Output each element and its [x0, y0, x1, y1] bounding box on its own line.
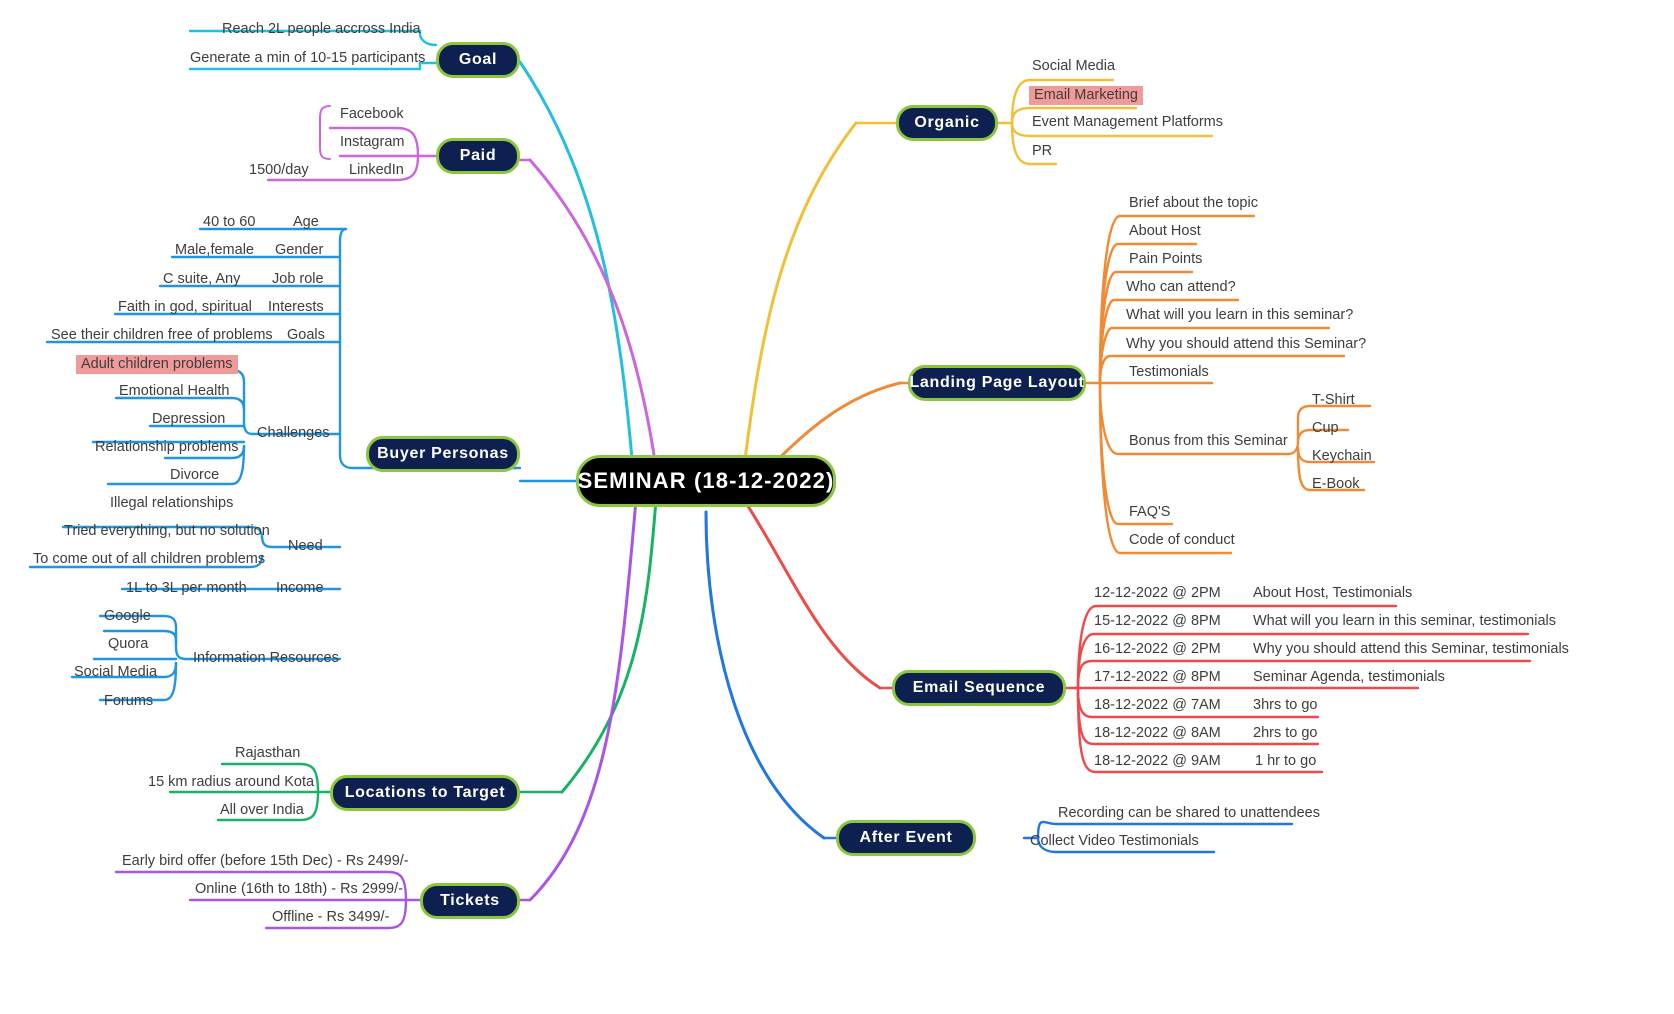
branch-node-locations-to-target[interactable]: Locations to Target	[330, 775, 520, 811]
leaf-email-topic-0[interactable]: About Host, Testimonials	[1253, 585, 1412, 602]
leaf-bp-category-information-resources[interactable]: Information Resources	[193, 650, 339, 667]
leaf-ticket-1[interactable]: Online (16th to 18th) - Rs 2999/-	[195, 881, 403, 898]
leaf-bp-challenge-illegal-relationships[interactable]: Illegal relationships	[110, 495, 233, 512]
leaf-bp-need-1[interactable]: To come out of all children problems	[33, 551, 265, 568]
branch-node-paid[interactable]: Paid	[436, 138, 520, 174]
leaf-bp-challenge-divorce[interactable]: Divorce	[170, 467, 219, 484]
leaf-organic-0[interactable]: Social Media	[1032, 58, 1115, 75]
leaf-landing-0[interactable]: Brief about the topic	[1129, 195, 1258, 212]
leaf-bp-info-social-media[interactable]: Social Media	[74, 664, 157, 681]
leaf-bp-need-0[interactable]: Tried everything, but no solution	[64, 523, 270, 540]
leaf-email-topic-3[interactable]: Seminar Agenda, testimonials	[1253, 669, 1445, 686]
leaf-organic-2[interactable]: Event Management Platforms	[1032, 114, 1223, 131]
leaf-paid-2[interactable]: LinkedIn	[349, 162, 404, 179]
leaf-bonus-2[interactable]: Keychain	[1312, 448, 1372, 465]
leaf-bp-challenge-adult-children-problems[interactable]: Adult children problems	[76, 355, 238, 374]
leaf-bp-category-gender[interactable]: Gender	[275, 242, 323, 259]
branch-node-landing-page-layout[interactable]: Landing Page Layout	[908, 365, 1086, 401]
leaf-email-topic-1[interactable]: What will you learn in this seminar, tes…	[1253, 613, 1556, 630]
branch-node-organic[interactable]: Organic	[896, 105, 998, 141]
leaf-email-topic-2[interactable]: Why you should attend this Seminar, test…	[1253, 641, 1569, 658]
leaf-landing-5[interactable]: Why you should attend this Seminar?	[1126, 336, 1366, 353]
leaf-ticket-0[interactable]: Early bird offer (before 15th Dec) - Rs …	[122, 853, 409, 870]
branch-node-tickets[interactable]: Tickets	[420, 883, 520, 919]
center-node[interactable]: SEMINAR (18-12-2022)	[576, 455, 836, 507]
leaf-after-event-1[interactable]: Collect Video Testimonials	[1030, 833, 1199, 850]
leaf-bp-category-interests[interactable]: Interests	[268, 299, 324, 316]
leaf-landing-4[interactable]: What will you learn in this seminar?	[1126, 307, 1353, 324]
leaf-bp-category-challenges[interactable]: Challenges	[257, 425, 330, 442]
leaf-ticket-2[interactable]: Offline - Rs 3499/-	[272, 909, 389, 926]
leaf-bonus-1[interactable]: Cup	[1312, 420, 1339, 437]
leaf-email-time-6[interactable]: 18-12-2022 @ 9AM	[1094, 753, 1221, 770]
leaf-landing-7[interactable]: Bonus from this Seminar	[1129, 433, 1288, 450]
leaf-bp-info-google[interactable]: Google	[104, 608, 151, 625]
branch-node-email-sequence[interactable]: Email Sequence	[892, 670, 1066, 706]
leaf-landing-8[interactable]: FAQ'S	[1129, 504, 1170, 521]
leaf-bp-income-value[interactable]: 1L to 3L per month	[126, 580, 247, 597]
mindmap-canvas: SEMINAR (18-12-2022) Goal Paid Buyer Per…	[0, 0, 1674, 1014]
leaf-goal-0[interactable]: Reach 2L people accross India	[222, 21, 421, 38]
leaf-bp-category-age[interactable]: Age	[293, 214, 319, 231]
leaf-bonus-3[interactable]: E-Book	[1312, 476, 1360, 493]
leaf-bp-interests-value[interactable]: Faith in god, spiritual	[118, 299, 252, 316]
leaf-location-1[interactable]: 15 km radius around Kota	[148, 774, 314, 791]
leaf-paid-1[interactable]: Instagram	[340, 134, 404, 151]
leaf-email-time-0[interactable]: 12-12-2022 @ 2PM	[1094, 585, 1221, 602]
leaf-bp-category-income[interactable]: Income	[276, 580, 324, 597]
leaf-location-2[interactable]: All over India	[220, 802, 304, 819]
leaf-bp-info-quora[interactable]: Quora	[108, 636, 148, 653]
leaf-landing-6[interactable]: Testimonials	[1129, 364, 1209, 381]
leaf-organic-3[interactable]: PR	[1032, 143, 1052, 160]
leaf-goal-1[interactable]: Generate a min of 10-15 participants	[190, 50, 425, 67]
leaf-bp-category-job-role[interactable]: Job role	[272, 271, 324, 288]
branch-node-goal[interactable]: Goal	[436, 42, 520, 78]
leaf-bp-challenge-depression[interactable]: Depression	[152, 411, 225, 428]
leaf-email-topic-4[interactable]: 3hrs to go	[1253, 697, 1318, 714]
leaf-bp-job-role-value[interactable]: C suite, Any	[163, 271, 240, 288]
leaf-email-time-5[interactable]: 18-12-2022 @ 8AM	[1094, 725, 1221, 742]
leaf-email-time-3[interactable]: 17-12-2022 @ 8PM	[1094, 669, 1221, 686]
leaf-location-0[interactable]: Rajasthan	[235, 745, 300, 762]
leaf-bp-age-value[interactable]: 40 to 60	[203, 214, 255, 231]
leaf-organic-email-marketing[interactable]: Email Marketing	[1029, 86, 1143, 105]
branch-node-buyer-personas[interactable]: Buyer Personas	[366, 436, 520, 472]
leaf-bp-category-need[interactable]: Need	[288, 538, 323, 555]
leaf-paid-linkedin-budget[interactable]: 1500/day	[249, 162, 309, 179]
leaf-paid-0[interactable]: Facebook	[340, 106, 404, 123]
leaf-bp-category-goals[interactable]: Goals	[287, 327, 325, 344]
leaf-landing-9[interactable]: Code of conduct	[1129, 532, 1235, 549]
leaf-bp-challenge-emotional-health[interactable]: Emotional Health	[119, 383, 229, 400]
leaf-bonus-0[interactable]: T-Shirt	[1312, 392, 1355, 409]
leaf-email-topic-5[interactable]: 2hrs to go	[1253, 725, 1318, 742]
leaf-bp-gender-value[interactable]: Male,female	[175, 242, 254, 259]
leaf-landing-1[interactable]: About Host	[1129, 223, 1201, 240]
leaf-bp-goals-value[interactable]: See their children free of problems	[51, 327, 273, 344]
leaf-email-time-1[interactable]: 15-12-2022 @ 8PM	[1094, 613, 1221, 630]
leaf-email-time-4[interactable]: 18-12-2022 @ 7AM	[1094, 697, 1221, 714]
leaf-after-event-0[interactable]: Recording can be shared to unattendees	[1058, 805, 1320, 822]
branch-node-after-event[interactable]: After Event	[836, 820, 976, 856]
leaf-landing-2[interactable]: Pain Points	[1129, 251, 1202, 268]
leaf-email-time-2[interactable]: 16-12-2022 @ 2PM	[1094, 641, 1221, 658]
leaf-landing-3[interactable]: Who can attend?	[1126, 279, 1236, 296]
leaf-bp-info-forums[interactable]: Forums	[104, 693, 153, 710]
leaf-email-topic-6[interactable]: 1 hr to go	[1255, 753, 1316, 770]
leaf-bp-challenge-relationship-problems[interactable]: Relationship problems	[95, 439, 238, 456]
